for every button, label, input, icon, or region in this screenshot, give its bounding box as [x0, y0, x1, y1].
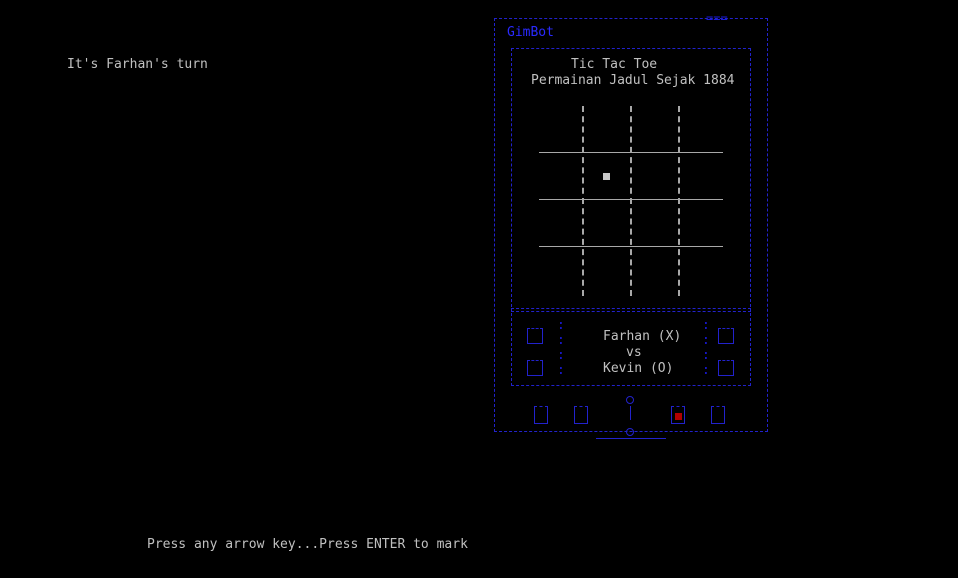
- joystick-top-icon[interactable]: [626, 396, 634, 404]
- board-cell[interactable]: [632, 155, 676, 197]
- board-cursor: [603, 173, 610, 180]
- board-cell[interactable]: [680, 202, 724, 244]
- side-button-left-top[interactable]: [527, 328, 543, 344]
- control-button-4[interactable]: [711, 406, 725, 424]
- joystick-bottom-icon[interactable]: [626, 428, 634, 436]
- game-title: Tic Tac Toe: [571, 57, 658, 72]
- board-cell[interactable]: [680, 108, 724, 150]
- board-cell[interactable]: [584, 108, 628, 150]
- joystick-base: [596, 438, 666, 439]
- control-hint: Press any arrow key...Press ENTER to mar…: [147, 537, 468, 552]
- versus-label: vs: [626, 345, 642, 360]
- board-hline-1: [539, 152, 723, 153]
- side-button-right-bottom[interactable]: [718, 360, 734, 376]
- board-cell[interactable]: [539, 202, 583, 244]
- red-action-button[interactable]: [675, 413, 682, 420]
- board-cell[interactable]: [539, 108, 583, 150]
- board-hline-2: [539, 199, 723, 200]
- board-cell[interactable]: [539, 155, 583, 197]
- control-button-1[interactable]: [534, 406, 548, 424]
- control-button-2[interactable]: [574, 406, 588, 424]
- device-top-marks: ===: [706, 11, 728, 25]
- player1-label: Farhan (X): [603, 329, 682, 344]
- board-cell[interactable]: [632, 108, 676, 150]
- turn-status: It's Farhan's turn: [67, 57, 208, 72]
- player-panel-right-divider: : : : :: [702, 318, 710, 378]
- side-button-right-top[interactable]: [718, 328, 734, 344]
- game-subtitle: Permainan Jadul Sejak 1884: [531, 73, 735, 88]
- board-cell[interactable]: [632, 202, 676, 244]
- board-cell[interactable]: [680, 155, 724, 197]
- board-hline-3: [539, 246, 723, 247]
- joystick-stick: [630, 406, 631, 420]
- player2-label: Kevin (O): [603, 361, 674, 376]
- side-button-left-bottom[interactable]: [527, 360, 543, 376]
- player-panel-left-divider: : : : :: [557, 318, 565, 378]
- board-cell[interactable]: [584, 202, 628, 244]
- device-brand: GimBot: [507, 25, 554, 40]
